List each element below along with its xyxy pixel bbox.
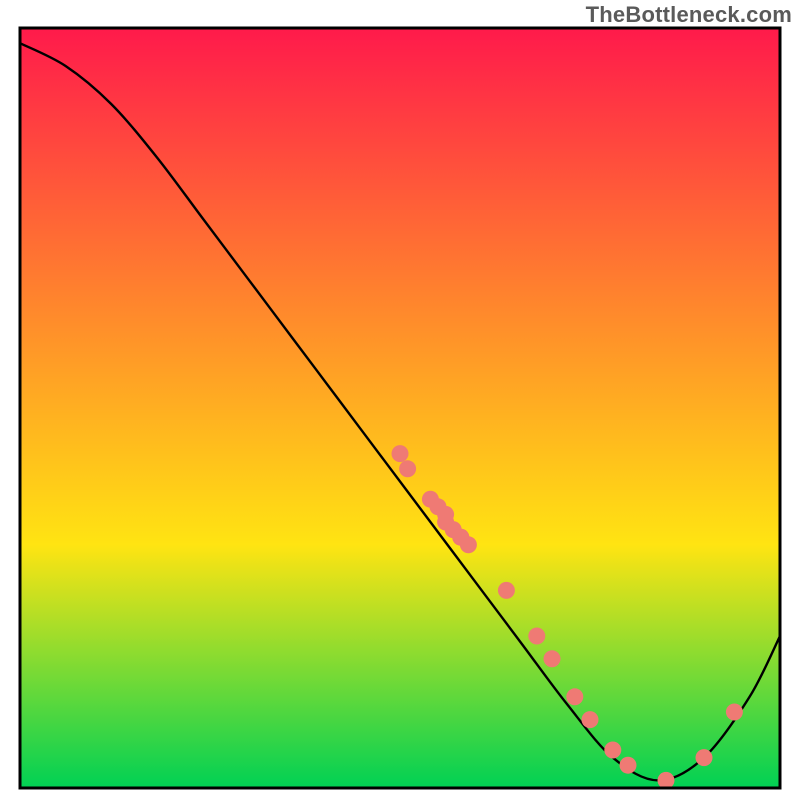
data-point bbox=[544, 650, 561, 667]
data-point bbox=[726, 704, 743, 721]
data-point bbox=[399, 460, 416, 477]
data-point bbox=[604, 742, 621, 759]
watermark-text: TheBottleneck.com bbox=[586, 2, 792, 28]
data-point bbox=[392, 445, 409, 462]
data-point bbox=[696, 749, 713, 766]
data-point bbox=[620, 757, 637, 774]
data-point bbox=[528, 628, 545, 645]
gradient-background bbox=[20, 28, 780, 788]
data-point bbox=[658, 772, 675, 789]
page-root: TheBottleneck.com bbox=[0, 0, 800, 800]
plot-area bbox=[20, 28, 780, 789]
data-point bbox=[498, 582, 515, 599]
data-point bbox=[582, 711, 599, 728]
data-point bbox=[460, 536, 477, 553]
data-point bbox=[566, 688, 583, 705]
bottleneck-chart bbox=[0, 0, 800, 800]
